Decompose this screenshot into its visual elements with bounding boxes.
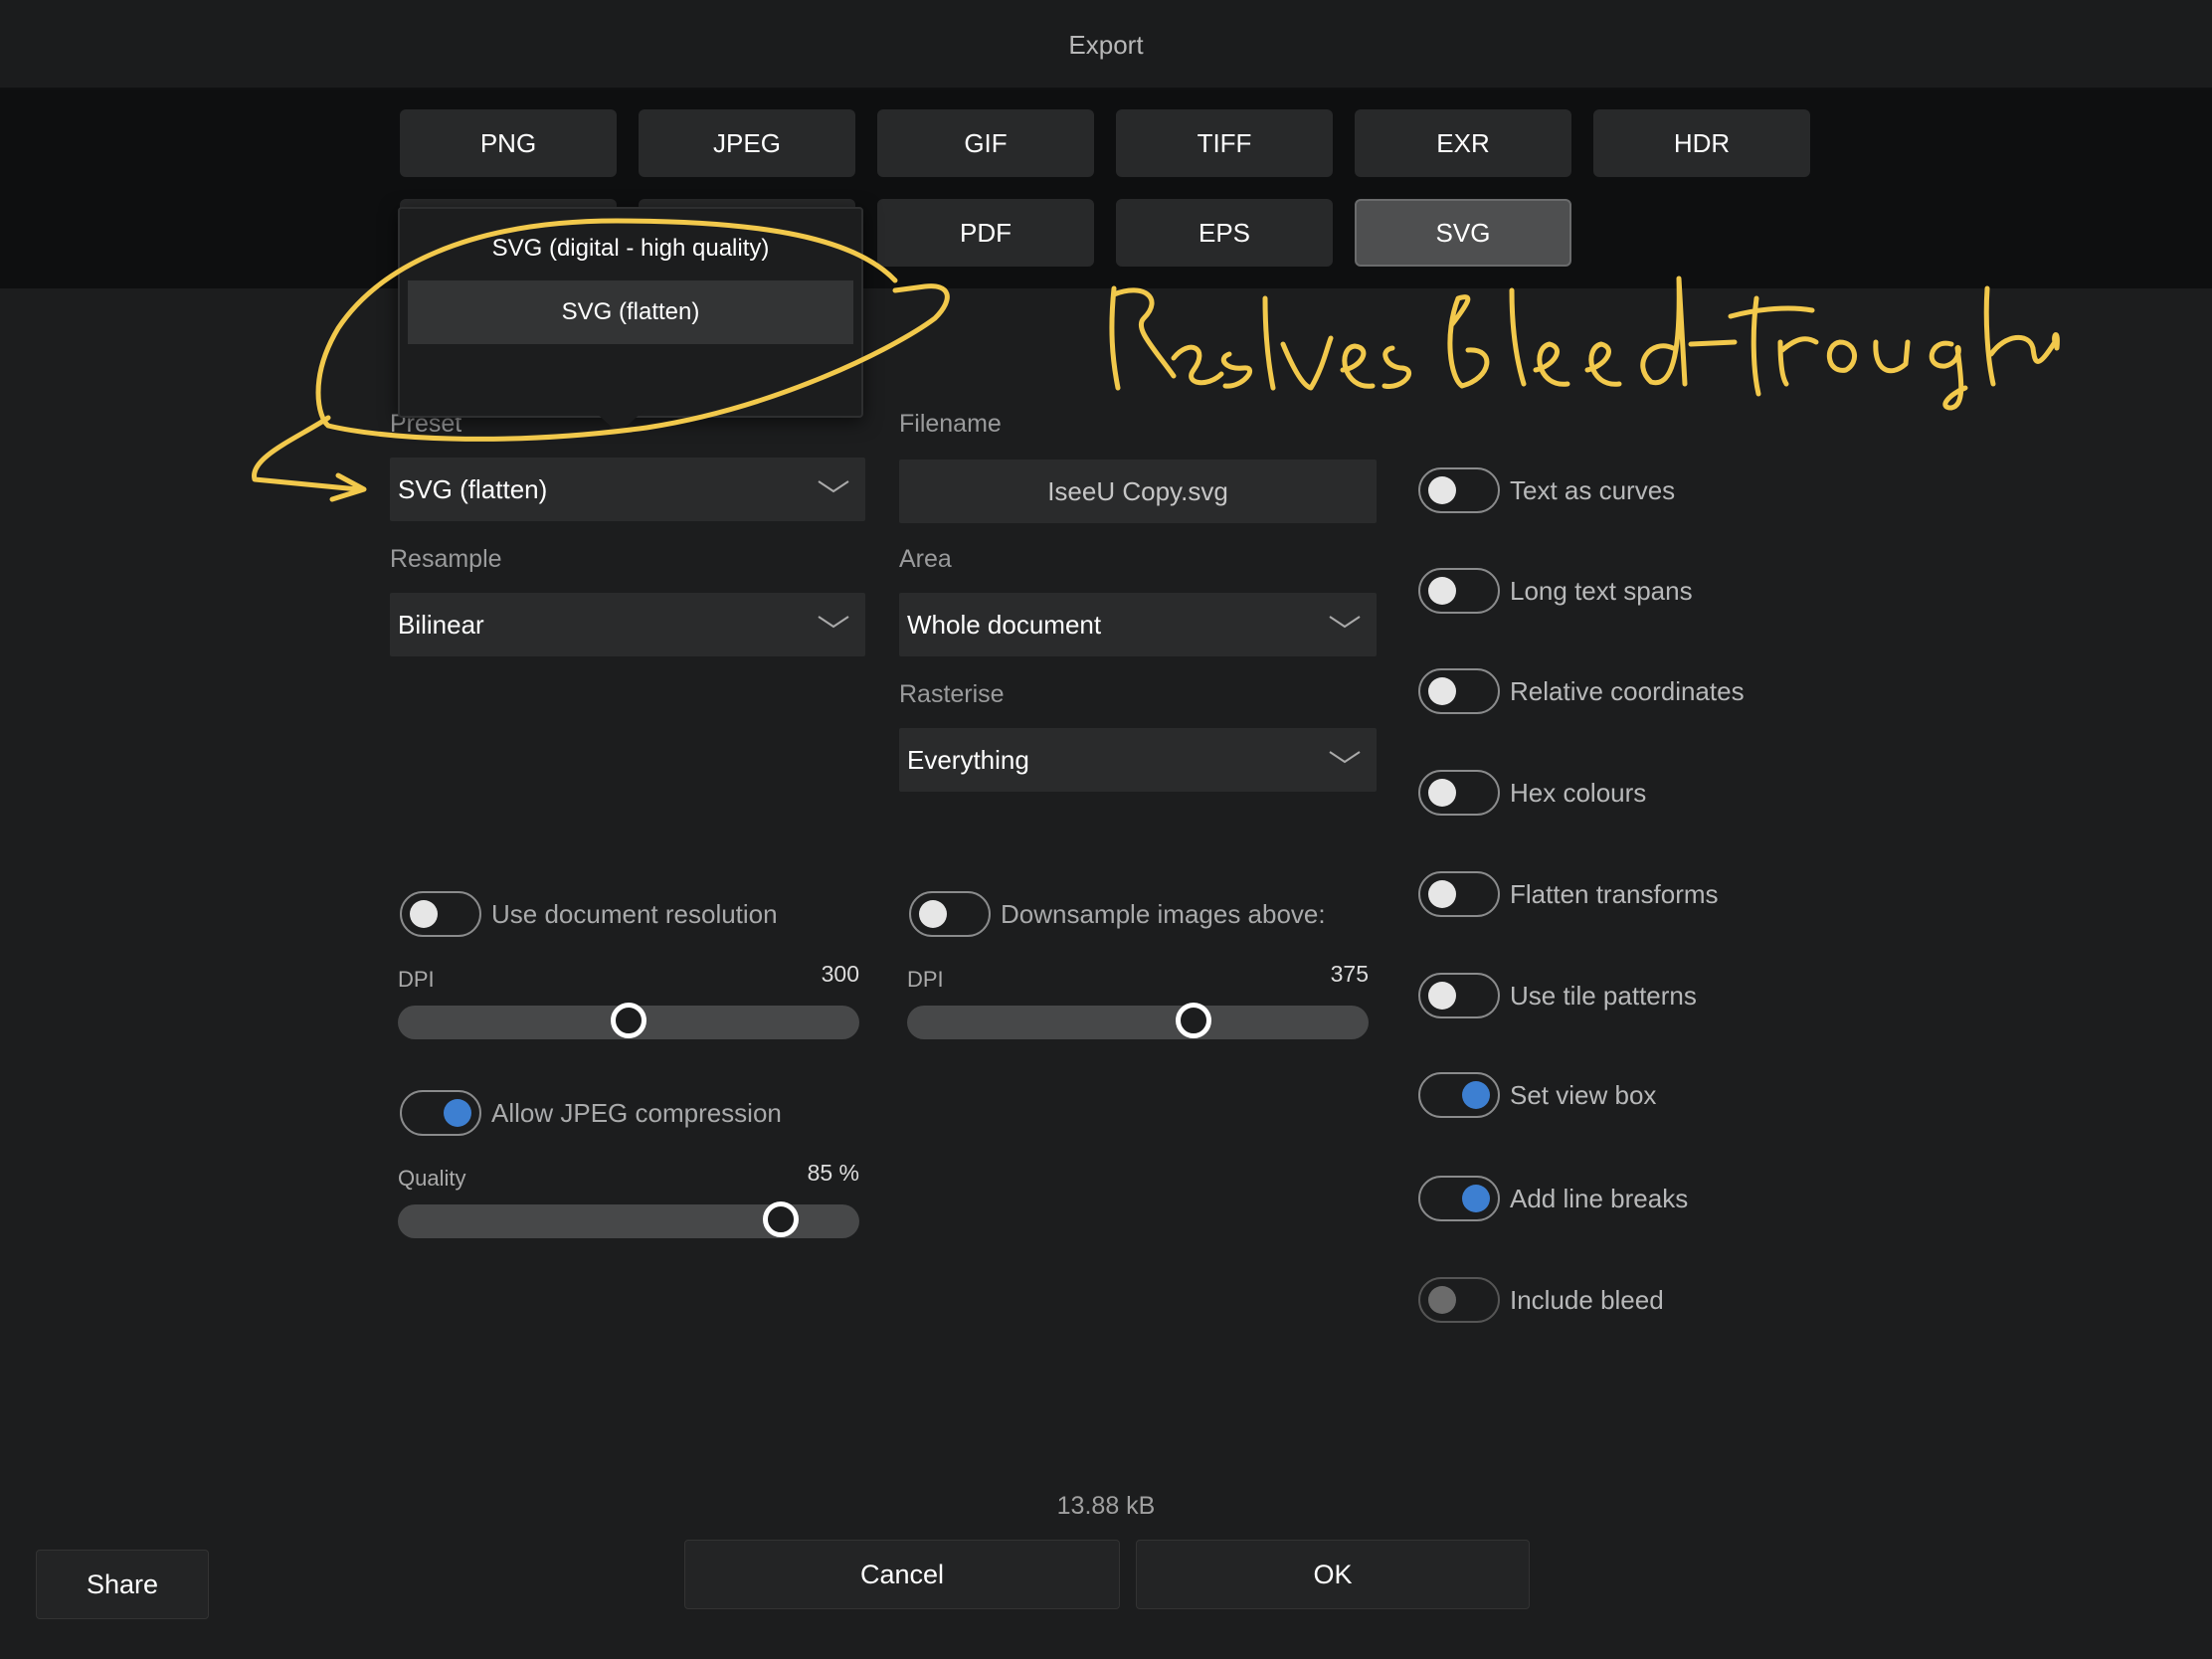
svg-option-label: Use tile patterns [1510,981,1697,1011]
preset-value: SVG (flatten) [398,474,548,504]
popover-arrow [593,410,645,434]
toggle-knob [1462,1185,1490,1212]
toggle-knob [1428,779,1456,807]
format-exr-button[interactable]: EXR [1355,109,1571,177]
slider-thumb[interactable] [611,1003,646,1038]
use-document-resolution-toggle[interactable] [400,891,481,937]
area-label: Area [899,545,952,573]
dpi-value: 300 [821,961,859,987]
toggle-knob [1428,476,1456,504]
title-bar: Export [0,0,2212,90]
resample-value: Bilinear [398,610,484,640]
svg-option-label: Flatten transforms [1510,879,1719,909]
chevron-down-icon [816,471,851,501]
svg-option-toggle[interactable] [1418,871,1500,917]
svg-option-toggle[interactable] [1418,568,1500,614]
slider-thumb[interactable] [763,1201,800,1237]
chevron-down-icon [1327,607,1363,637]
dpi-slider[interactable] [398,1003,859,1039]
downsample-dpi-slider[interactable] [907,1003,1369,1039]
quality-slider[interactable] [398,1201,859,1238]
slider-thumb[interactable] [1175,1003,1211,1038]
share-button[interactable]: Share [36,1550,209,1619]
format-tiff-button[interactable]: TIFF [1116,109,1333,177]
svg-option-label: Relative coordinates [1510,676,1745,706]
filename-label: Filename [899,410,1002,438]
format-png-button[interactable]: PNG [400,109,617,177]
format-svg-button[interactable]: SVG [1355,199,1571,267]
preset-option-flatten[interactable]: SVG (flatten) [408,280,853,344]
svg-option-toggle[interactable] [1418,668,1500,714]
rasterise-dropdown[interactable]: Everything [899,728,1377,792]
svg-option-toggle[interactable] [1418,1176,1500,1221]
toggle-knob [1462,1081,1490,1109]
downsample-images-toggle[interactable] [909,891,991,937]
preset-popover: SVG (digital - high quality) SVG (flatte… [398,207,863,418]
toggle-knob [1428,677,1456,705]
downsample-dpi-value: 375 [1330,961,1369,987]
format-hdr-button[interactable]: HDR [1593,109,1810,177]
rasterise-label: Rasterise [899,680,1005,708]
format-eps-button[interactable]: EPS [1116,199,1333,267]
svg-option-label: Long text spans [1510,576,1693,606]
toggle-knob [1428,577,1456,605]
allow-jpeg-compression-toggle[interactable] [400,1090,481,1136]
dialog-title: Export [1068,30,1144,60]
svg-option-label: Set view box [1510,1080,1657,1110]
chevron-down-icon [1327,742,1363,772]
format-gif-button[interactable]: GIF [877,109,1094,177]
svg-option-toggle[interactable] [1418,467,1500,513]
filename-input[interactable]: IseeU Copy.svg [899,460,1377,523]
filename-value: IseeU Copy.svg [1047,476,1228,506]
toggle-knob [444,1099,471,1127]
resample-dropdown[interactable]: Bilinear [390,593,865,656]
resample-label: Resample [390,545,502,573]
downsample-dpi-label: DPI [907,967,944,992]
toggle-knob [1428,1286,1456,1314]
format-pdf-button[interactable]: PDF [877,199,1094,267]
allow-jpeg-compression-label: Allow JPEG compression [491,1098,782,1128]
dpi-label: DPI [398,967,435,992]
cancel-button[interactable]: Cancel [684,1540,1120,1609]
toggle-knob [410,900,438,928]
chevron-down-icon [816,607,851,637]
quality-label: Quality [398,1166,466,1191]
area-dropdown[interactable]: Whole document [899,593,1377,656]
ok-button[interactable]: OK [1136,1540,1530,1609]
toggle-knob [1428,880,1456,908]
svg-option-label: Hex colours [1510,778,1647,808]
annotation-word-1 [1109,285,1411,391]
svg-option-label: Text as curves [1510,475,1676,505]
svg-option-toggle[interactable] [1418,1072,1500,1118]
svg-option-toggle[interactable] [1418,973,1500,1018]
preset-option-digital-high-quality[interactable]: SVG (digital - high quality) [408,217,853,280]
svg-option-label: Add line breaks [1510,1184,1689,1213]
toggle-knob [919,900,947,928]
format-jpeg-button[interactable]: JPEG [639,109,855,177]
use-document-resolution-label: Use document resolution [491,899,778,929]
downsample-images-label: Downsample images above: [1001,899,1326,929]
area-value: Whole document [907,610,1102,640]
rasterise-value: Everything [907,745,1029,775]
annotation-arrow [252,415,367,502]
quality-value: 85 % [807,1160,859,1186]
annotation-word-3 [1728,285,2060,411]
svg-option-toggle[interactable] [1418,1277,1500,1323]
svg-option-label: Include bleed [1510,1285,1664,1315]
estimated-file-size: 13.88 kB [1056,1492,1156,1520]
svg-option-toggle[interactable] [1418,770,1500,816]
format-strip [0,90,2212,288]
preset-dropdown[interactable]: SVG (flatten) [390,458,865,521]
toggle-knob [1428,982,1456,1010]
annotation-word-2 [1447,276,1738,389]
